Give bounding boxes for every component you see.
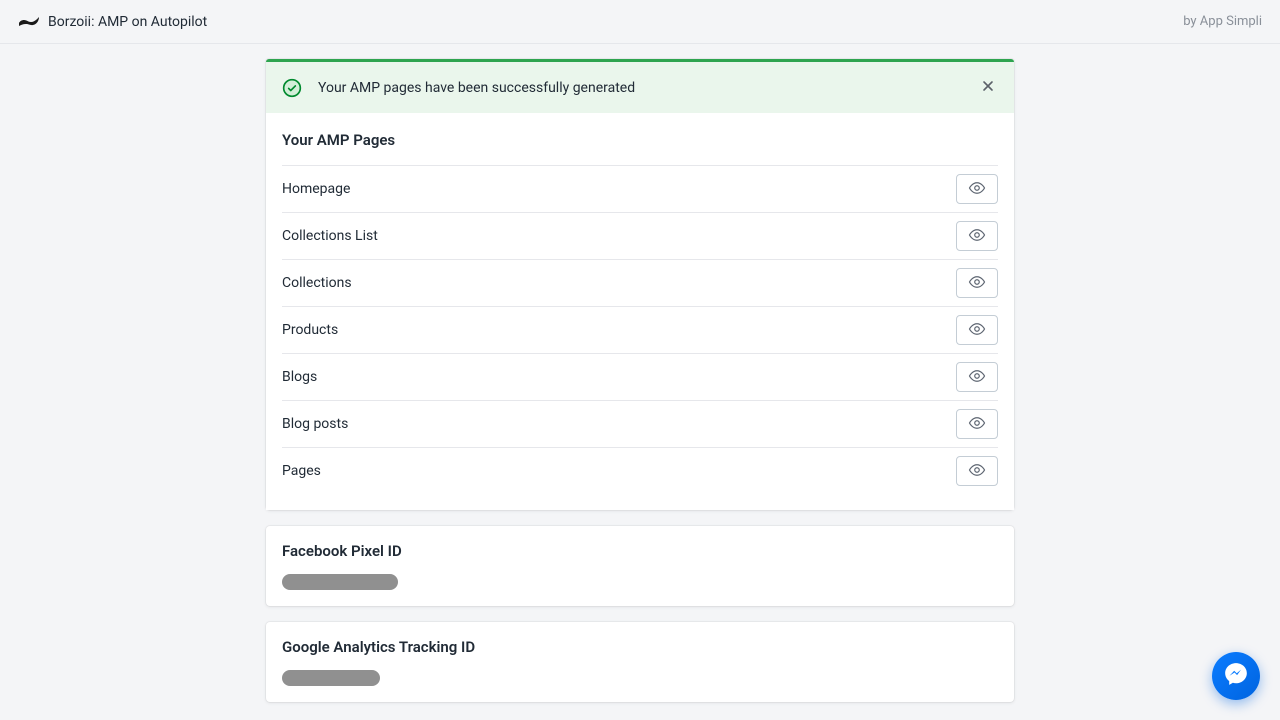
google-analytics-input[interactable] (282, 670, 380, 686)
list-item: Collections List (282, 213, 998, 260)
app-title: Borzoii: AMP on Autopilot (48, 14, 207, 30)
eye-icon (968, 320, 986, 341)
app-byline: by App Simpli (1183, 14, 1262, 29)
main-content: Your AMP pages have been successfully ge… (266, 59, 1014, 702)
preview-button[interactable] (956, 315, 998, 345)
list-item-label: Blogs (282, 369, 317, 385)
list-item-label: Collections List (282, 228, 378, 244)
preview-button[interactable] (956, 362, 998, 392)
preview-button[interactable] (956, 268, 998, 298)
google-analytics-card: Google Analytics Tracking ID (266, 622, 1014, 702)
list-item: Blogs (282, 354, 998, 401)
list-item: Blog posts (282, 401, 998, 448)
amp-pages-title: Your AMP Pages (282, 129, 998, 165)
amp-pages-body: Your AMP Pages Homepage Collections List… (266, 113, 1014, 510)
list-item-label: Pages (282, 463, 321, 479)
eye-icon (968, 179, 986, 200)
preview-button[interactable] (956, 221, 998, 251)
list-item: Pages (282, 448, 998, 494)
list-item: Collections (282, 260, 998, 307)
eye-icon (968, 226, 986, 247)
list-item: Homepage (282, 165, 998, 213)
list-item: Products (282, 307, 998, 354)
eye-icon (968, 367, 986, 388)
close-banner-button[interactable] (978, 76, 998, 99)
preview-button[interactable] (956, 409, 998, 439)
header-left: Borzoii: AMP on Autopilot (18, 14, 207, 30)
facebook-pixel-input[interactable] (282, 574, 398, 590)
checkmark-circle-icon (282, 78, 302, 98)
banner-message: Your AMP pages have been successfully ge… (318, 80, 962, 96)
messenger-chat-button[interactable] (1212, 652, 1260, 700)
list-item-label: Collections (282, 275, 352, 291)
list-item-label: Products (282, 322, 338, 338)
app-header: Borzoii: AMP on Autopilot by App Simpli (0, 0, 1280, 44)
google-analytics-title: Google Analytics Tracking ID (282, 638, 998, 670)
amp-pages-list: Homepage Collections List Collections (282, 165, 998, 494)
facebook-pixel-card: Facebook Pixel ID (266, 526, 1014, 606)
app-logo-icon (18, 16, 40, 28)
success-banner: Your AMP pages have been successfully ge… (266, 62, 1014, 113)
eye-icon (968, 273, 986, 294)
close-icon (980, 78, 996, 97)
messenger-icon (1223, 661, 1249, 691)
preview-button[interactable] (956, 456, 998, 486)
list-item-label: Blog posts (282, 416, 348, 432)
preview-button[interactable] (956, 174, 998, 204)
eye-icon (968, 414, 986, 435)
eye-icon (968, 461, 986, 482)
amp-pages-card: Your AMP pages have been successfully ge… (266, 59, 1014, 510)
facebook-pixel-title: Facebook Pixel ID (282, 542, 998, 574)
list-item-label: Homepage (282, 181, 350, 197)
